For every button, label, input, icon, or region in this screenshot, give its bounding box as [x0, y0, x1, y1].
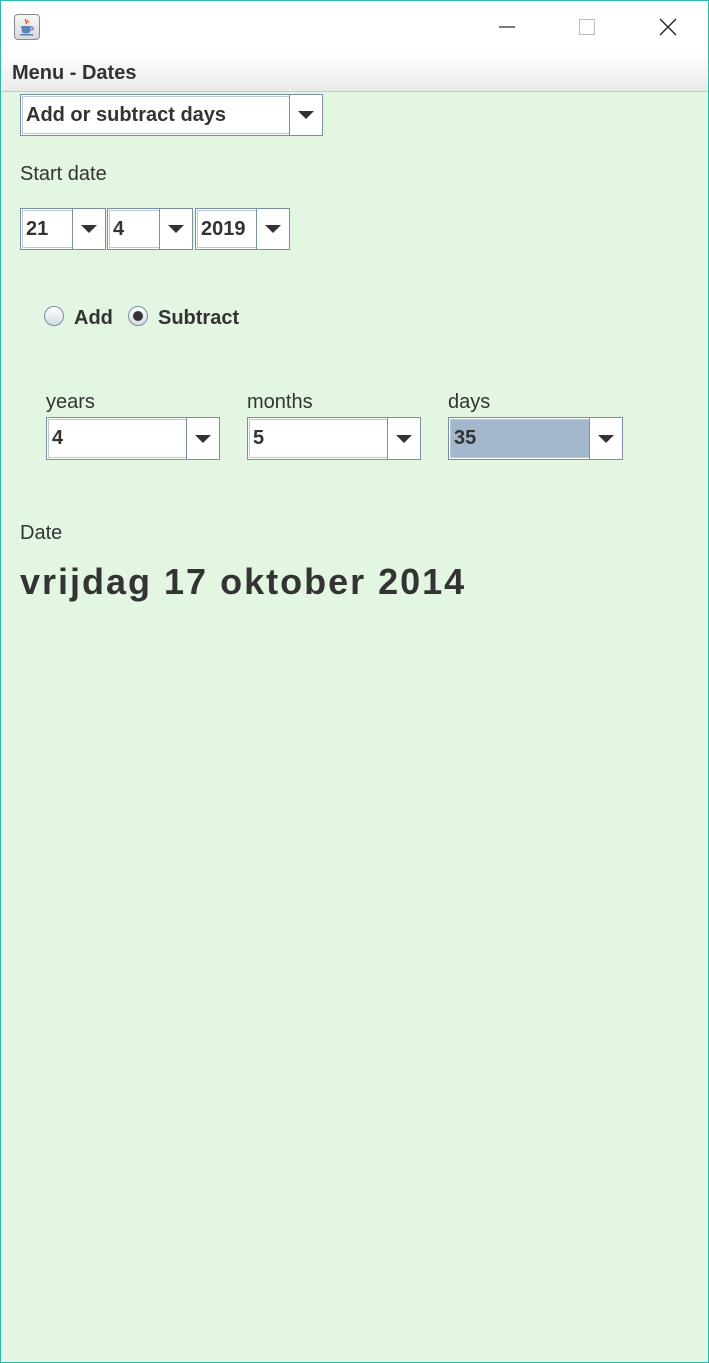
chevron-down-icon[interactable] [72, 209, 105, 249]
days-value[interactable]: 35 [450, 419, 590, 458]
menu-dates[interactable]: Menu - Dates [12, 62, 136, 85]
start-year-value[interactable]: 2019 [197, 210, 258, 248]
start-date-label: Start date [20, 163, 107, 185]
chevron-down-icon[interactable] [159, 209, 192, 249]
title-bar [1, 1, 708, 53]
mode-select-value[interactable]: Add or subtract days [22, 96, 291, 134]
minimize-button[interactable] [479, 1, 535, 53]
start-year-select[interactable]: 2019 [195, 208, 290, 250]
start-day-select[interactable]: 21 [20, 208, 106, 250]
add-radio-label[interactable]: Add [74, 307, 113, 330]
months-value[interactable]: 5 [249, 419, 389, 458]
close-button[interactable] [640, 1, 696, 53]
mode-select[interactable]: Add or subtract days [20, 94, 323, 136]
app-window: Menu - Dates Add or subtract days Start … [0, 0, 709, 1363]
maximize-icon [579, 19, 595, 35]
close-icon [659, 18, 677, 36]
minimize-icon [499, 26, 515, 28]
days-label: days [448, 391, 491, 413]
months-label: months [247, 391, 313, 413]
chevron-down-icon[interactable] [289, 95, 322, 135]
start-month-select[interactable]: 4 [107, 208, 193, 250]
chevron-down-icon[interactable] [186, 418, 219, 459]
months-select[interactable]: 5 [247, 417, 421, 460]
chevron-down-icon[interactable] [387, 418, 420, 459]
java-cup-icon[interactable] [14, 14, 40, 40]
result-label: Date [20, 522, 63, 544]
chevron-down-icon[interactable] [589, 418, 622, 459]
years-value[interactable]: 4 [48, 419, 188, 458]
years-select[interactable]: 4 [46, 417, 220, 460]
add-radio[interactable] [44, 306, 64, 326]
start-month-value[interactable]: 4 [109, 210, 161, 248]
subtract-radio-label[interactable]: Subtract [158, 307, 239, 330]
years-label: years [46, 391, 95, 413]
chevron-down-icon[interactable] [256, 209, 289, 249]
subtract-radio[interactable] [128, 306, 148, 326]
result-date: vrijdag 17 oktober 2014 [20, 561, 467, 602]
days-select[interactable]: 35 [448, 417, 623, 460]
menu-bar: Menu - Dates [1, 53, 708, 92]
start-day-value[interactable]: 21 [22, 210, 74, 248]
maximize-button[interactable] [559, 1, 615, 53]
